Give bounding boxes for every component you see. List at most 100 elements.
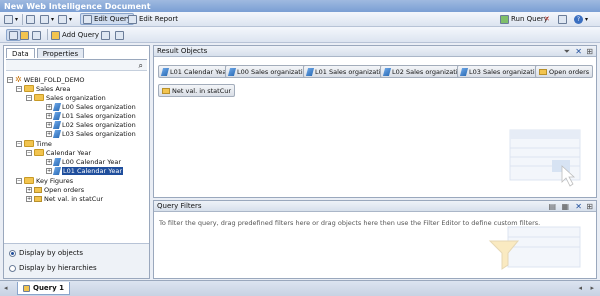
folder-icon [24, 140, 34, 147]
dimension-icon [227, 67, 237, 76]
tree-node-open-orders[interactable]: + Open orders [26, 185, 84, 194]
display-by-objects-radio[interactable]: Display by objects [9, 249, 83, 257]
dimension-icon [459, 67, 469, 76]
edit-report-button[interactable]: Edit Report [128, 13, 178, 25]
expand-icon[interactable]: + [26, 186, 32, 193]
layout-icon [20, 30, 29, 40]
query-icon [23, 284, 30, 292]
tree-node-l03-sales-org[interactable]: + L03 Sales organization [46, 129, 136, 138]
scroll-right-icon[interactable]: ▸ [590, 284, 594, 292]
radio-selected-icon [9, 249, 16, 257]
dimension-icon [52, 111, 62, 120]
add-filter-icon[interactable]: ▦ [561, 202, 569, 211]
chevron-down-icon: ▾ [585, 15, 589, 23]
tab-data[interactable]: Data [6, 48, 35, 58]
tree-node-calendar-year[interactable]: − Calendar Year [26, 148, 91, 157]
chevron-down-icon: ▾ [69, 15, 73, 23]
tree-node-l00-calendar-year[interactable]: + L00 Calendar Year [46, 157, 121, 166]
settings-icon[interactable]: ⊞ [586, 47, 593, 56]
collapse-icon[interactable]: − [7, 76, 13, 83]
open-button[interactable] [26, 13, 35, 25]
expand-icon[interactable]: + [46, 103, 52, 110]
save-icon [40, 14, 49, 24]
radio-icon [9, 264, 16, 272]
data-view-button[interactable] [6, 29, 21, 41]
run-query-icon [500, 14, 509, 24]
sql-icon [115, 30, 124, 40]
refresh-button[interactable] [558, 13, 567, 25]
help-button[interactable]: ? ▾ [574, 13, 588, 25]
query-properties-icon [101, 30, 110, 40]
tree-node-time[interactable]: − Time [16, 139, 52, 148]
scroll-left-icon[interactable]: ◂ [578, 284, 582, 292]
chevron-down-icon: ▾ [15, 15, 19, 23]
new-document-icon [4, 14, 13, 24]
expand-icon[interactable]: + [46, 158, 52, 165]
expand-icon[interactable]: + [26, 195, 32, 202]
tree-node-l01-sales-org[interactable]: + L01 Sales organization [46, 111, 136, 120]
dimension-icon [52, 129, 62, 138]
tree-node-sales-area[interactable]: − Sales Area [16, 84, 70, 93]
expand-icon[interactable]: + [46, 121, 52, 128]
collapse-icon[interactable]: − [16, 177, 22, 184]
tree-node-l02-sales-org[interactable]: + L02 Sales organization [46, 120, 136, 129]
print-button[interactable]: ▾ [58, 13, 72, 25]
tree-node-sales-org[interactable]: − Sales organization [26, 93, 106, 102]
add-query-icon [51, 30, 60, 40]
edit-query-button[interactable]: Edit Query [80, 13, 135, 25]
query-filters-header: Query Filters ▤ ▦ ✕ ⊞ [154, 201, 596, 212]
data-panel: Data Properties ⌕ − ✲ WEBI_FOLD_DEMO − Sale… [3, 45, 150, 279]
result-object-open-orders[interactable]: Open orders [535, 65, 594, 78]
cancel-query-button[interactable]: ✕ [544, 13, 550, 25]
expand-icon[interactable]: + [46, 112, 52, 119]
scroll-left-icon[interactable]: ◂ [4, 284, 8, 292]
folder-icon [24, 177, 34, 184]
open-icon [26, 14, 35, 24]
tree-node-l00-sales-org[interactable]: + L00 Sales organization [46, 102, 136, 111]
new-document-button[interactable]: ▾ [4, 13, 18, 25]
result-object-l00-sales-org[interactable]: L00 Sales organization [225, 65, 315, 78]
tree-node-l01-calendar-year[interactable]: + L01 Calendar Year [46, 166, 124, 175]
settings-icon[interactable]: ⊞ [586, 202, 593, 211]
display-by-hierarchies-radio[interactable]: Display by hierarchies [9, 264, 97, 272]
close-icon[interactable]: ✕ [575, 202, 582, 211]
close-icon: ✕ [544, 15, 550, 23]
result-objects-panel: Result Objects ⏷ ✕ ⊞ L01 Calendar Year L… [153, 45, 597, 198]
run-query-button[interactable]: Run Query [500, 13, 548, 25]
add-query-button[interactable]: Add Query▾ [51, 29, 104, 41]
binoculars-icon[interactable]: ⌕ [139, 61, 143, 71]
collapse-icon[interactable]: − [26, 94, 32, 101]
expand-icon[interactable]: + [46, 130, 52, 137]
measure-icon [162, 87, 170, 94]
collapse-icon[interactable]: − [16, 140, 22, 147]
predefined-filter-icon[interactable]: ▤ [548, 202, 556, 211]
data-tree: − ✲ WEBI_FOLD_DEMO − Sales Area − Sales orga… [6, 73, 147, 243]
tab-query-1[interactable]: Query 1 [17, 282, 71, 295]
save-button[interactable]: ▾ [40, 13, 54, 25]
measure-icon [34, 186, 42, 193]
collapse-icon[interactable]: − [16, 85, 22, 92]
query-toolbar: Add Query▾ [0, 27, 600, 43]
expand-icon[interactable]: + [46, 167, 52, 174]
query-properties-button[interactable] [101, 29, 110, 41]
panel-button[interactable] [32, 29, 41, 41]
collapse-icon[interactable]: − [26, 149, 32, 156]
display-options: Display by objects Display by hierarchie… [4, 243, 149, 278]
print-icon [58, 14, 67, 24]
layout-button[interactable] [20, 29, 29, 41]
result-object-l01-calendar-year[interactable]: L01 Calendar Year [158, 65, 234, 78]
data-icon [9, 30, 18, 40]
tree-node-key-figures[interactable]: − Key Figures [16, 176, 73, 185]
folder-icon [34, 149, 44, 156]
tree-node-net-val[interactable]: + Net val. in statCur [26, 194, 103, 203]
sql-button[interactable] [115, 29, 124, 41]
tab-properties[interactable]: Properties [36, 48, 85, 58]
result-object-net-val[interactable]: Net val. in statCur [158, 84, 236, 97]
dimension-icon [52, 157, 62, 166]
result-object-l03-sales-org[interactable]: L03 Sales organization [457, 65, 547, 78]
measure-icon [539, 68, 547, 75]
tree-node-root[interactable]: − ✲ WEBI_FOLD_DEMO [7, 75, 84, 84]
close-icon[interactable]: ✕ [575, 47, 582, 56]
filter-icon[interactable]: ⏷ [564, 47, 570, 57]
universe-icon: ✲ [15, 75, 22, 84]
